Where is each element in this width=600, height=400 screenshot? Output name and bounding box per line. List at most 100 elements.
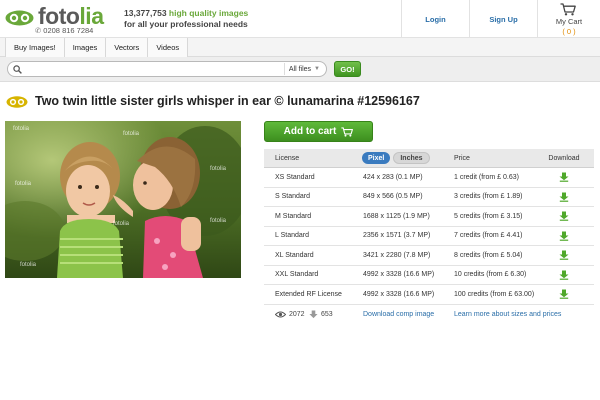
license-name: XL Standard	[275, 251, 314, 259]
table-body: XS Standard 424 x 283 (0.1 MP) 1 credit (f…	[264, 168, 594, 305]
add-to-cart-button[interactable]: Add to cart	[264, 121, 373, 142]
download-icon	[559, 211, 569, 222]
license-name: M Standard	[275, 212, 312, 220]
hq-label: high quality images	[168, 8, 249, 18]
license-name: L Standard	[275, 232, 309, 240]
header-download: Download	[548, 154, 580, 162]
phone-icon: ✆	[35, 26, 42, 35]
download-count-value: 653	[321, 311, 333, 318]
phone-number: ✆ 0208 816 7284	[35, 26, 93, 35]
title-row: Two twin little sister girls whisper in …	[6, 94, 596, 110]
header-price: Price	[454, 154, 470, 162]
watermark: fotolia	[13, 126, 30, 132]
license-price: 3 credits (from £ 1.89)	[454, 193, 523, 201]
download-comp-link[interactable]: Download comp image	[363, 305, 434, 325]
license-name: S Standard	[275, 193, 311, 201]
watermark: fotolia	[123, 131, 140, 137]
download-icon	[559, 192, 569, 202]
table-row[interactable]: XXL Standard 4992 x 3328 (16.6 MP) 10 cred…	[264, 266, 594, 285]
license-price: 1 credit (from £ 0.63)	[454, 173, 519, 181]
view-count: 2072	[275, 305, 305, 325]
nav-videos[interactable]: Videos	[147, 38, 189, 57]
download-icon	[559, 270, 569, 280]
nav-buy-images[interactable]: Buy Images!	[5, 38, 65, 57]
license-size: 4992 x 3328 (16.6 MP)	[363, 271, 435, 279]
table-footer: 2072 653 Download comp image Learn more …	[264, 305, 594, 325]
go-button[interactable]: GO!	[334, 61, 361, 77]
license-size: 2356 x 1571 (3.7 MP)	[363, 232, 431, 240]
table-row[interactable]: S Standard 849 x 566 (0.5 MP) 3 credits (f…	[264, 188, 594, 207]
watermark: fotolia	[210, 166, 227, 172]
learn-more-link[interactable]: Learn more about sizes and prices	[454, 305, 561, 325]
license-size: 424 x 283 (0.1 MP)	[363, 173, 423, 181]
login-link[interactable]: Login	[401, 0, 469, 38]
header-links: Login Sign Up My Cart ( 0 )	[401, 0, 600, 38]
license-size: 4992 x 3328 (16.6 MP)	[363, 290, 435, 298]
file-type-value: All files	[288, 65, 312, 73]
cart-button[interactable]: My Cart ( 0 )	[537, 0, 600, 38]
license-name: XS Standard	[275, 173, 315, 181]
view-count-value: 2072	[289, 311, 305, 318]
table-row[interactable]: M Standard 1688 x 1125 (1.9 MP) 5 credits …	[264, 207, 594, 227]
download-button[interactable]	[546, 188, 582, 207]
table-header: License Pixel Inches Price Download	[264, 149, 594, 168]
license-table: License Pixel Inches Price Download XS S…	[264, 149, 594, 325]
license-name: XXL Standard	[275, 271, 319, 279]
cart-icon-small	[341, 126, 354, 137]
search-box: All files ▼	[7, 61, 327, 77]
download-icon	[559, 172, 569, 183]
license-price: 100 credits (from £ 63.00)	[454, 290, 535, 298]
signup-link[interactable]: Sign Up	[469, 0, 537, 38]
stock-photo[interactable]: fotolia fotolia fotolia fotolia fotolia …	[5, 121, 241, 278]
search-bar: All files ▼ GO!	[0, 57, 600, 82]
cart-icon	[560, 3, 576, 16]
license-price: 5 credits (from £ 3.15)	[454, 212, 523, 220]
cart-label: My Cart	[555, 17, 583, 26]
download-button[interactable]	[546, 285, 582, 304]
watermark: fotolia	[113, 221, 130, 227]
watermark: fotolia	[15, 181, 32, 187]
download-button[interactable]	[546, 266, 582, 285]
download-button[interactable]	[546, 246, 582, 265]
tagline-rest: for all your professional needs	[124, 19, 248, 29]
license-price: 10 credits (from £ 6.30)	[454, 271, 527, 279]
download-count-icon	[309, 310, 318, 319]
search-icon	[13, 65, 22, 74]
photo-illustration	[5, 121, 241, 278]
license-price: 7 credits (from £ 4.41)	[454, 232, 523, 240]
nav-vectors[interactable]: Vectors	[105, 38, 149, 57]
cart-count: ( 0 )	[562, 27, 576, 36]
watermark: fotolia	[20, 262, 37, 268]
search-input[interactable]	[26, 63, 288, 75]
pixel-toggle[interactable]: Pixel	[362, 152, 391, 164]
table-row[interactable]: XL Standard 3421 x 2280 (7.8 MP) 8 credits…	[264, 246, 594, 266]
watermark: fotolia	[210, 218, 227, 224]
site-header: fotolia ✆ 0208 816 7284 13,377,753 high q…	[0, 0, 600, 38]
header-license: License	[275, 154, 300, 162]
license-price: 8 credits (from £ 5.04)	[454, 251, 523, 259]
download-button[interactable]	[546, 168, 582, 187]
table-row[interactable]: Extended RF License 4992 x 3328 (16.6 MP)…	[264, 285, 594, 305]
table-row[interactable]: L Standard 2356 x 1571 (3.7 MP) 7 credits …	[264, 227, 594, 246]
license-size: 3421 x 2280 (7.8 MP)	[363, 251, 431, 259]
file-type-select[interactable]: All files ▼	[283, 63, 324, 75]
table-row[interactable]: XS Standard 424 x 283 (0.1 MP) 1 credit (f…	[264, 168, 594, 188]
nav-images[interactable]: Images	[63, 38, 107, 57]
download-button[interactable]	[546, 227, 582, 246]
logo-rings-icon	[5, 10, 34, 26]
download-button[interactable]	[546, 207, 582, 226]
inches-toggle[interactable]: Inches	[393, 152, 430, 164]
download-icon	[559, 250, 569, 261]
phone-text: 0208 816 7284	[43, 26, 94, 35]
eye-icon	[275, 311, 286, 318]
unit-toggle: Pixel Inches	[362, 152, 430, 164]
download-count: 653	[309, 305, 333, 325]
license-size: 1688 x 1125 (1.9 MP)	[363, 212, 430, 220]
add-to-cart-label: Add to cart	[283, 126, 337, 137]
chevron-down-icon: ▼	[314, 66, 320, 72]
download-icon	[559, 289, 569, 300]
logo-rings-icon	[6, 96, 28, 108]
license-size: 849 x 566 (0.5 MP)	[363, 193, 423, 201]
page-title: Two twin little sister girls whisper in …	[35, 94, 420, 108]
main-nav: Buy Images! Images Vectors Videos	[0, 38, 600, 57]
